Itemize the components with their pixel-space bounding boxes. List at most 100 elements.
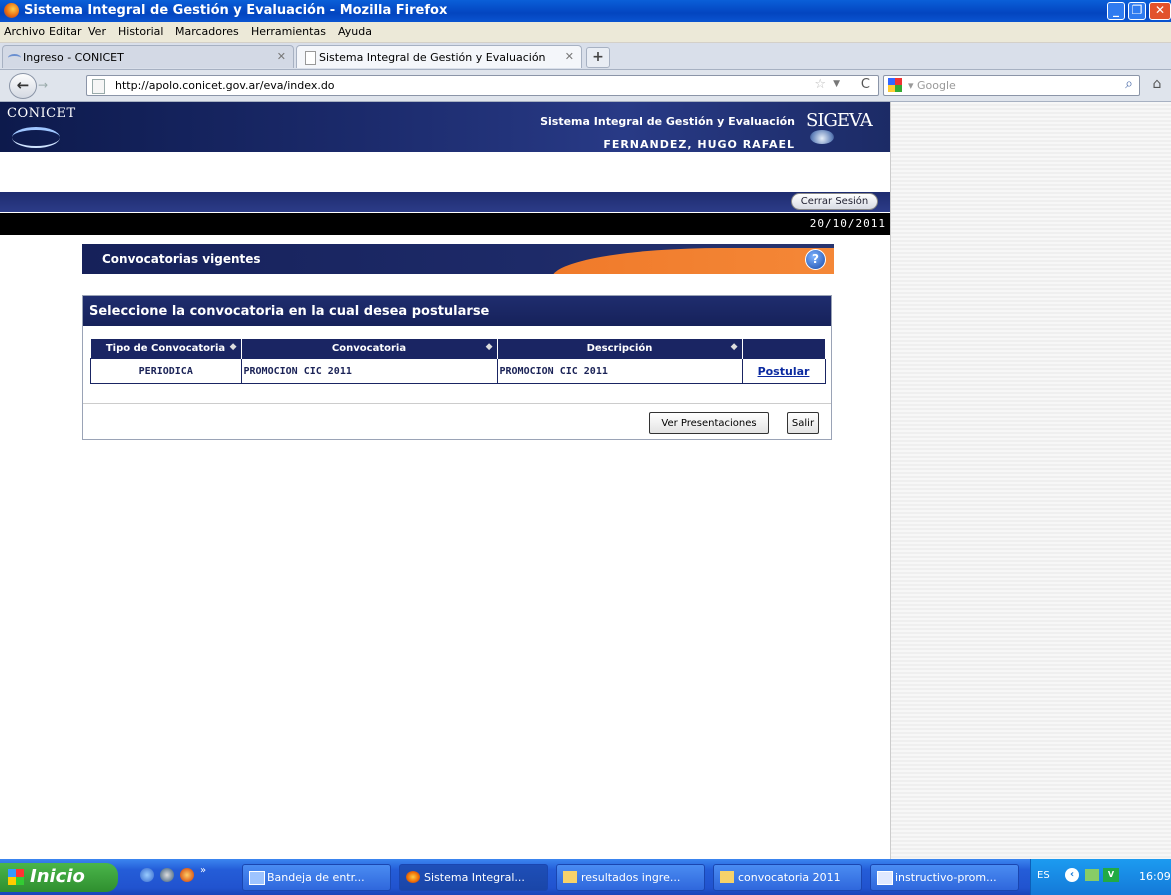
cell-convocatoria: PROMOCION CIC 2011 — [240, 358, 498, 384]
panel-header: Seleccione la convocatoria en la cual de… — [83, 296, 831, 326]
date-bar: 20/10/2011 — [0, 213, 890, 235]
task-convocatoria[interactable]: convocatoria 2011 — [713, 864, 862, 891]
current-date: 20/10/2011 — [809, 217, 886, 230]
menu-historial[interactable]: Historial — [118, 25, 163, 38]
opera-icon[interactable] — [180, 868, 194, 882]
page-icon — [92, 79, 105, 94]
windows-logo-icon — [8, 869, 24, 885]
site-header: CONICET Sistema Integral de Gestión y Ev… — [0, 102, 890, 188]
ie-icon[interactable] — [140, 868, 154, 882]
taskbar: Inicio » Bandeja de entr... Sistema Inte… — [0, 859, 1171, 895]
sigeva-logo: SIGEVA — [806, 110, 873, 131]
postular-link[interactable]: Postular — [758, 365, 810, 378]
col-action-header — [742, 339, 826, 359]
close-tab-icon[interactable]: ✕ — [277, 50, 286, 63]
tab-sistema-integral[interactable]: Sistema Integral de Gestión y Evaluación… — [296, 45, 582, 68]
tab-ingreso-conicet[interactable]: Ingreso - CONICET ✕ — [2, 45, 294, 68]
chevron-more-icon[interactable]: » — [200, 865, 206, 876]
logout-button[interactable]: Cerrar Sesión — [791, 193, 878, 210]
navigation-bar: ← → http://apolo.conicet.gov.ar/eva/inde… — [0, 70, 1171, 102]
folder-icon — [563, 871, 577, 883]
search-placeholder: ▾ Google — [908, 79, 956, 92]
conicet-logo: CONICET — [7, 106, 76, 121]
sort-icon[interactable]: ◆ — [230, 342, 237, 352]
maximize-button[interactable]: ❐ — [1128, 2, 1146, 20]
table-row: PERIODICA PROMOCION CIC 2011 PROMOCION C… — [90, 358, 826, 384]
clock: 16:09 — [1139, 870, 1171, 883]
task-label: resultados ingre... — [581, 871, 681, 884]
menu-editar[interactable]: Editar — [49, 25, 82, 38]
language-indicator[interactable]: ES — [1037, 870, 1050, 881]
page-content: CONICET Sistema Integral de Gestión y Ev… — [0, 102, 1171, 859]
start-button[interactable]: Inicio — [0, 863, 118, 892]
reload-icon[interactable]: C — [861, 77, 870, 92]
back-button[interactable]: ← — [9, 73, 37, 99]
task-sistema-integral[interactable]: Sistema Integral... — [399, 864, 548, 891]
salir-button[interactable]: Salir — [787, 412, 819, 434]
tab-label: Sistema Integral de Gestión y Evaluación — [319, 51, 546, 64]
site-banner: CONICET Sistema Integral de Gestión y Ev… — [0, 102, 890, 152]
task-label: Sistema Integral... — [424, 871, 525, 884]
forward-button[interactable]: → — [38, 78, 48, 92]
menu-marcadores[interactable]: Marcadores — [175, 25, 239, 38]
task-label: Bandeja de entr... — [267, 871, 365, 884]
close-button[interactable]: ✕ — [1149, 2, 1171, 20]
url-bar[interactable]: http://apolo.conicet.gov.ar/eva/index.do… — [86, 75, 879, 96]
firefox-icon — [4, 3, 19, 18]
user-name: FERNANDEZ, HUGO RAFAEL — [603, 138, 795, 151]
task-bandeja[interactable]: Bandeja de entr... — [242, 864, 391, 891]
chevron-down-icon[interactable]: ▼ — [833, 79, 840, 89]
new-tab-button[interactable]: + — [586, 47, 610, 68]
menu-ver[interactable]: Ver — [88, 25, 106, 38]
panel-title: Seleccione la convocatoria en la cual de… — [89, 304, 490, 319]
convocatorias-table: Tipo de Convocatoria ◆ Convocatoria ◆ Desc… — [90, 339, 826, 384]
search-icon[interactable]: ⌕ — [1125, 76, 1133, 92]
col-convocatoria-header[interactable]: Convocatoria ◆ — [241, 339, 498, 359]
task-label: convocatoria 2011 — [738, 871, 841, 884]
header-label: Descripción — [586, 343, 653, 354]
window-title-bar[interactable]: Sistema Integral de Gestión y Evaluación… — [0, 0, 1171, 22]
start-label: Inicio — [30, 866, 85, 887]
ver-presentaciones-button[interactable]: Ver Presentaciones — [649, 412, 769, 434]
sort-icon[interactable]: ◆ — [731, 342, 738, 352]
table-header-row: Tipo de Convocatoria ◆ Convocatoria ◆ Desc… — [90, 339, 826, 359]
task-instructivo[interactable]: instructivo-prom... — [870, 864, 1019, 891]
network-icon[interactable] — [1085, 869, 1099, 881]
task-resultados[interactable]: resultados ingre... — [556, 864, 705, 891]
sub-navigation-bar — [0, 192, 890, 212]
sort-icon[interactable]: ◆ — [486, 342, 493, 352]
cell-descripcion: PROMOCION CIC 2011 — [496, 358, 743, 384]
col-tipo-header[interactable]: Tipo de Convocatoria ◆ — [90, 339, 242, 359]
header-label: Tipo de Convocatoria — [105, 343, 226, 354]
firefox-icon — [406, 871, 420, 883]
system-name: Sistema Integral de Gestión y Evaluación — [540, 115, 795, 128]
page-title: Convocatorias vigentes — [102, 252, 261, 266]
orange-decoration — [552, 248, 834, 274]
page-header: Convocatorias vigentes — [82, 244, 834, 274]
url-text: http://apolo.conicet.gov.ar/eva/index.do — [115, 79, 335, 92]
tab-label: Ingreso - CONICET — [23, 51, 124, 64]
google-icon[interactable] — [888, 78, 902, 92]
tab-bar: Ingreso - CONICET ✕ Sistema Integral de … — [0, 43, 1171, 70]
help-icon[interactable]: ? — [805, 249, 826, 270]
page-icon — [305, 51, 316, 65]
globe-icon — [810, 130, 834, 144]
menu-herramientas[interactable]: Herramientas — [251, 25, 326, 38]
mail-icon — [249, 871, 265, 885]
conicet-swoosh-icon — [12, 127, 60, 148]
close-tab-icon[interactable]: ✕ — [565, 50, 574, 63]
menu-archivo[interactable]: Archivo — [4, 25, 45, 38]
convocatorias-panel: Seleccione la convocatoria en la cual de… — [82, 295, 832, 440]
divider — [83, 403, 831, 404]
cell-tipo: PERIODICA — [90, 358, 242, 384]
col-descripcion-header[interactable]: Descripción ◆ — [497, 339, 743, 359]
chrome-icon[interactable] — [160, 868, 174, 882]
home-icon[interactable]: ⌂ — [1145, 76, 1169, 96]
search-input[interactable]: ▾ Google ⌕ — [883, 75, 1140, 96]
tray-expand-icon[interactable]: ‹ — [1065, 868, 1079, 882]
antivirus-icon[interactable]: V — [1103, 868, 1119, 882]
word-document-icon — [877, 871, 893, 885]
minimize-button[interactable]: _ — [1107, 2, 1125, 20]
bookmark-star-icon[interactable]: ☆ — [814, 77, 826, 92]
menu-ayuda[interactable]: Ayuda — [338, 25, 372, 38]
